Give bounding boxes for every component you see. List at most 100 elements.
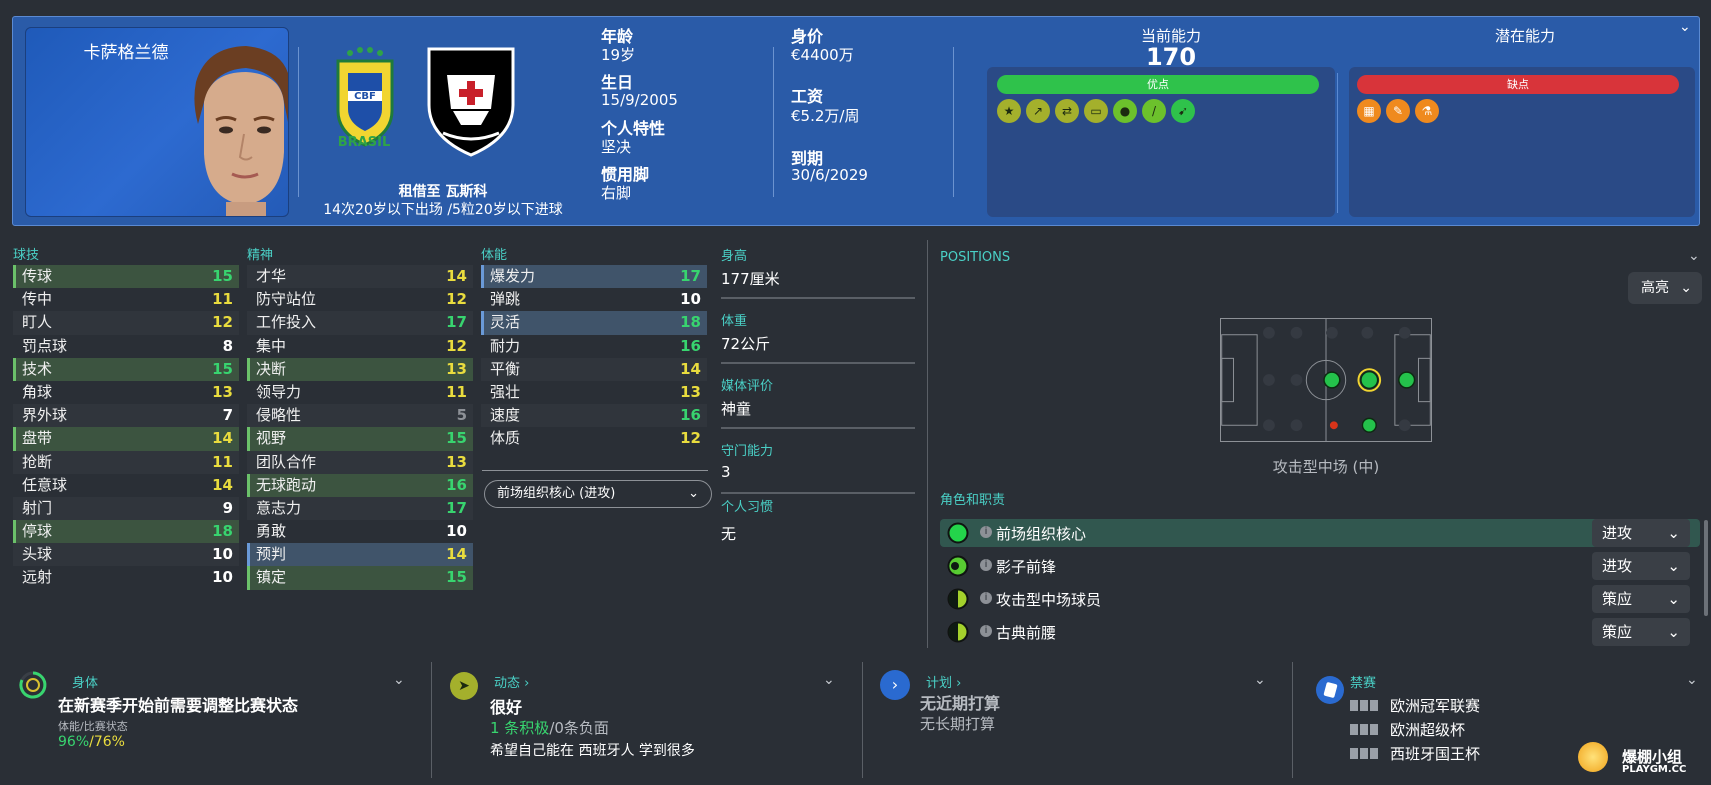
attribute-highlight-bar	[481, 288, 484, 311]
attribute-row-mental[interactable]: 视野 15	[247, 427, 473, 451]
attribute-row-technical[interactable]: 远射 10	[13, 566, 239, 589]
attribute-row-mental[interactable]: 才华 14	[247, 265, 473, 289]
habits-value: 无	[721, 525, 737, 543]
flask-icon[interactable]: ⚗	[1415, 99, 1439, 123]
attribute-value: 17	[446, 498, 467, 517]
attribute-row-technical[interactable]: 停球 18	[13, 520, 239, 544]
player-header: 卡萨格兰德 CBF BRASIL 租借至 瓦斯科 14次20岁以下出场 /5粒2…	[12, 16, 1700, 226]
document-icon[interactable]: ✎	[1386, 99, 1410, 123]
calendar-icon[interactable]: ▦	[1357, 99, 1381, 123]
role-row[interactable]: i 攻击型中场球员 策应 ⌄	[940, 585, 1700, 613]
attribute-row-technical[interactable]: 传球 15	[13, 265, 239, 289]
head-icon[interactable]: ●	[1113, 99, 1137, 123]
attribute-row-mental[interactable]: 预判 14	[247, 543, 473, 567]
attribute-row-technical[interactable]: 任意球 14	[13, 474, 239, 497]
chevron-down-icon: ⌄	[1667, 557, 1680, 575]
attribute-row-mental[interactable]: 集中 12	[247, 335, 473, 358]
attribute-name: 平衡	[490, 359, 521, 378]
mental-attributes: 才华 14 防守站位 12 工作投入 17 集中 12 决断 13 领导力 11 侵略性 5 视野 15 团队合…	[247, 265, 473, 590]
cannon-icon[interactable]: ➹	[1171, 99, 1195, 123]
role-row[interactable]: i 前场组织核心 进攻 ⌄	[940, 519, 1700, 547]
attribute-highlight-bar	[13, 311, 16, 334]
attribute-row-mental[interactable]: 镇定 15	[247, 566, 473, 590]
attribute-row-physical[interactable]: 灵活 18	[481, 311, 707, 335]
attribute-row-technical[interactable]: 传中 11	[13, 288, 239, 311]
boot-icon[interactable]: /	[1142, 99, 1166, 123]
attribute-row-mental[interactable]: 意志力 17	[247, 496, 473, 521]
header-collapse-chevron-icon[interactable]: ⌄	[1679, 19, 1691, 35]
attribute-value: 9	[222, 498, 233, 517]
attribute-highlight-bar	[481, 381, 484, 404]
role-duty-dropdown[interactable]: 进攻 ⌄	[1592, 552, 1690, 580]
wage-value: €5.2万/周	[791, 107, 860, 125]
attribute-name: 远射	[22, 568, 53, 587]
role-select-dropdown[interactable]: 前场组织核心 (进攻) ⌄	[484, 480, 712, 508]
plans-title[interactable]: 计划 ›	[926, 672, 961, 691]
attribute-row-mental[interactable]: 无球跑动 16	[247, 473, 473, 497]
ban-row: 欧洲超级杯	[1350, 719, 1465, 740]
info-icon[interactable]: i	[980, 559, 992, 571]
position-dot-amr[interactable]	[1361, 417, 1377, 433]
attribute-row-mental[interactable]: 领导力 11	[247, 381, 473, 404]
chevron-right-icon: ›	[520, 676, 530, 691]
role-duty-dropdown[interactable]: 进攻 ⌄	[1592, 519, 1690, 547]
highlight-dropdown[interactable]: 高亮 ⌄	[1628, 272, 1702, 304]
handshake-icon[interactable]: ⇄	[1055, 99, 1079, 123]
attribute-row-technical[interactable]: 技术 15	[13, 357, 239, 381]
attribute-highlight-bar	[247, 311, 250, 334]
attribute-row-technical[interactable]: 头球 10	[13, 543, 239, 567]
attribute-row-technical[interactable]: 盘带 14	[13, 427, 239, 451]
chevron-down-icon[interactable]: ⌄	[823, 672, 835, 688]
physical-title: 体能	[481, 248, 508, 263]
dynamics-title[interactable]: 动态 ›	[494, 672, 529, 691]
info-icon[interactable]: i	[980, 526, 992, 538]
attribute-row-mental[interactable]: 工作投入 17	[247, 311, 473, 335]
info-icon[interactable]: i	[980, 625, 992, 637]
role-suitability-icon	[947, 588, 969, 610]
attribute-row-mental[interactable]: 侵略性 5	[247, 404, 473, 428]
position-dot-amc[interactable]	[1360, 370, 1379, 390]
weaknesses-pill: 缺点	[1357, 75, 1679, 94]
chevron-down-icon[interactable]: ⌄	[1254, 672, 1266, 688]
attribute-row-technical[interactable]: 罚点球 8	[13, 335, 239, 358]
info-icon[interactable]: i	[980, 592, 992, 604]
role-duty-dropdown[interactable]: 策应 ⌄	[1592, 618, 1690, 646]
fitness-value: 96%	[58, 734, 90, 750]
attribute-row-technical[interactable]: 盯人 12	[13, 311, 239, 335]
role-row[interactable]: i 古典前腰 策应 ⌄	[940, 618, 1700, 646]
position-dot-st[interactable]	[1398, 371, 1416, 389]
chevron-down-icon: ⌄	[688, 486, 699, 501]
chevron-down-icon[interactable]: ⌄	[1686, 672, 1698, 688]
attribute-row-physical[interactable]: 体质 12	[481, 427, 707, 450]
pitch-icon[interactable]: ▭	[1084, 99, 1108, 123]
attribute-row-technical[interactable]: 角球 13	[13, 381, 239, 404]
position-dot-mr[interactable]	[1329, 421, 1338, 430]
trend-up-icon[interactable]: ↗	[1026, 99, 1050, 123]
attribute-row-physical[interactable]: 弹跳 10	[481, 288, 707, 311]
attribute-row-technical[interactable]: 抢断 11	[13, 450, 239, 474]
attribute-highlight-bar	[247, 427, 250, 451]
attribute-row-physical[interactable]: 耐力 16	[481, 335, 707, 358]
attribute-row-mental[interactable]: 勇敢 10	[247, 520, 473, 543]
attribute-row-mental[interactable]: 决断 13	[247, 357, 473, 381]
attribute-row-technical[interactable]: 界外球 7	[13, 404, 239, 428]
attribute-row-mental[interactable]: 防守站位 12	[247, 288, 473, 311]
attribute-row-mental[interactable]: 团队合作 13	[247, 450, 473, 474]
attribute-row-technical[interactable]: 射门 9	[13, 496, 239, 521]
star-icon[interactable]: ★	[997, 99, 1021, 123]
chevron-down-icon[interactable]: ⌄	[393, 672, 405, 688]
position-dot-dm[interactable]	[1323, 371, 1341, 389]
attribute-highlight-bar	[13, 497, 16, 520]
attribute-name: 勇敢	[256, 522, 287, 541]
attribute-highlight-bar	[481, 404, 484, 427]
chevron-down-icon[interactable]: ⌄	[1688, 248, 1700, 264]
attribute-row-physical[interactable]: 平衡 14	[481, 357, 707, 381]
attribute-row-physical[interactable]: 强壮 13	[481, 381, 707, 404]
ban-indicator	[1350, 745, 1380, 763]
attribute-row-physical[interactable]: 速度 16	[481, 404, 707, 428]
role-duty-dropdown[interactable]: 策应 ⌄	[1592, 585, 1690, 613]
attribute-row-physical[interactable]: 爆发力 17	[481, 265, 707, 289]
role-row[interactable]: i 影子前锋 进攻 ⌄	[940, 552, 1700, 580]
roles-scrollbar[interactable]	[1704, 520, 1708, 616]
loan-status[interactable]: 租借至 瓦斯科	[313, 181, 573, 201]
